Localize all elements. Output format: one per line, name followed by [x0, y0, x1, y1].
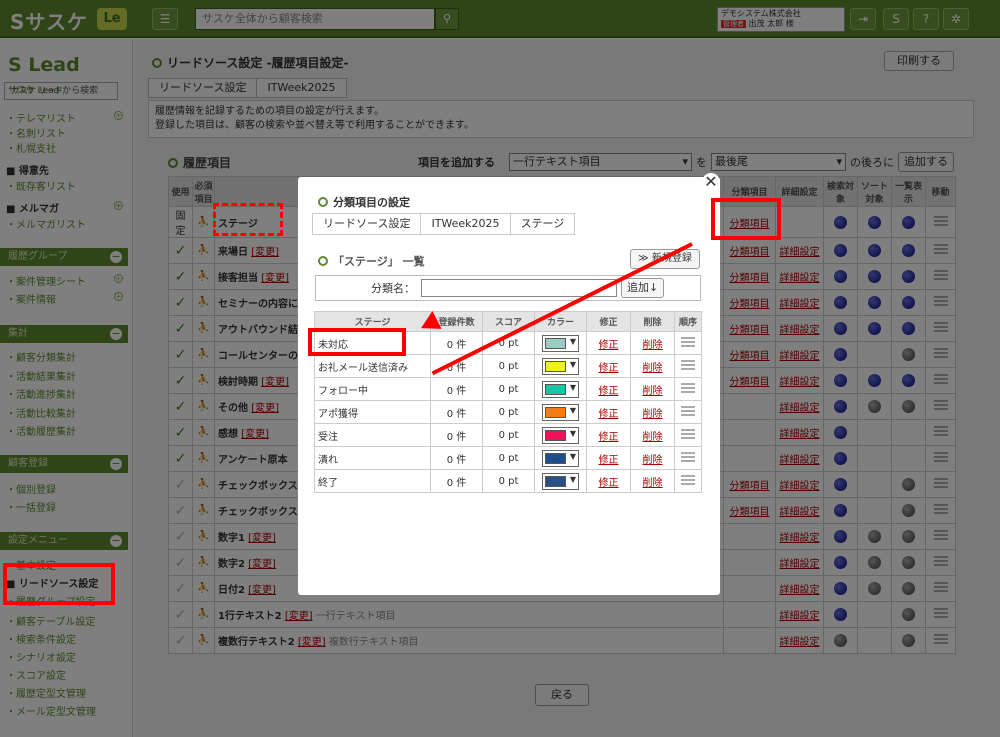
edit-link[interactable]: 修正: [599, 432, 619, 443]
stage-name: 終了: [314, 469, 431, 493]
filter-row: 分類名： 追加↓: [315, 275, 701, 301]
color-picker[interactable]: ▼: [542, 380, 579, 398]
mcol-delete: 削除: [630, 311, 675, 332]
stage-row: 潰れ 0 件0 pt ▼ 修正 削除: [314, 446, 702, 470]
category-modal: 分類項目の設定 リードソース設定 ITWeek2025 ステージ 「ステージ」 …: [298, 177, 720, 595]
edit-link[interactable]: 修正: [599, 363, 619, 374]
stage-score: 0 pt: [482, 469, 535, 493]
stage-count: 0 件: [430, 446, 483, 470]
stage-count: 0 件: [430, 423, 483, 447]
modal-title: 分類項目の設定: [318, 194, 410, 210]
close-icon[interactable]: ✕: [702, 173, 720, 191]
modal-breadcrumb: リードソース設定 ITWeek2025 ステージ: [312, 213, 576, 235]
edit-link[interactable]: 修正: [599, 409, 619, 420]
stage-name: 潰れ: [314, 446, 431, 470]
annotation-sidebar-box: [3, 563, 115, 605]
edit-link[interactable]: 修正: [599, 340, 619, 351]
stage-score: 0 pt: [482, 377, 535, 401]
drag-handle-icon[interactable]: [681, 359, 695, 370]
delete-link[interactable]: 削除: [643, 340, 663, 351]
stage-count: 0 件: [430, 400, 483, 424]
mcol-color: カラー: [534, 311, 587, 332]
drag-handle-icon[interactable]: [681, 382, 695, 393]
color-picker[interactable]: ▼: [542, 426, 579, 444]
drag-handle-icon[interactable]: [681, 451, 695, 462]
stage-name: フォロー中: [314, 377, 431, 401]
delete-link[interactable]: 削除: [643, 409, 663, 420]
edit-link[interactable]: 修正: [599, 478, 619, 489]
color-picker[interactable]: ▼: [542, 357, 579, 375]
stage-row: フォロー中 0 件0 pt ▼ 修正 削除: [314, 377, 702, 401]
stage-name: アポ獲得: [314, 400, 431, 424]
stage-score: 0 pt: [482, 446, 535, 470]
modal-crumb-lead-source[interactable]: リードソース設定: [312, 213, 422, 235]
delete-link[interactable]: 削除: [643, 455, 663, 466]
mcol-edit: 修正: [586, 311, 631, 332]
stage-name: 受注: [314, 423, 431, 447]
stage-row: アポ獲得 0 件0 pt ▼ 修正 削除: [314, 400, 702, 424]
drag-handle-icon[interactable]: [681, 474, 695, 485]
stage-score: 0 pt: [482, 423, 535, 447]
color-picker[interactable]: ▼: [542, 334, 579, 352]
modal-crumb-itweek[interactable]: ITWeek2025: [420, 213, 511, 235]
list-title: 「ステージ」 一覧: [318, 253, 425, 269]
stage-score: 0 pt: [482, 354, 535, 378]
delete-link[interactable]: 削除: [643, 386, 663, 397]
color-picker[interactable]: ▼: [542, 403, 579, 421]
drag-handle-icon[interactable]: [681, 428, 695, 439]
annotation-stage-box: [308, 328, 406, 356]
stage-row: 受注 0 件0 pt ▼ 修正 削除: [314, 423, 702, 447]
modal-crumb-stage[interactable]: ステージ: [509, 213, 576, 235]
stage-count: 0 件: [430, 377, 483, 401]
annotation-category-box: [711, 198, 781, 240]
stage-row: お礼メール送信済み 0 件0 pt ▼ 修正 削除: [314, 354, 702, 378]
annotation-dashed-box: [213, 203, 283, 236]
stage-score: 0 pt: [482, 400, 535, 424]
color-picker[interactable]: ▼: [542, 449, 579, 467]
drag-handle-icon[interactable]: [681, 405, 695, 416]
category-name-label: 分類名：: [371, 282, 415, 295]
delete-link[interactable]: 削除: [643, 432, 663, 443]
edit-link[interactable]: 修正: [599, 455, 619, 466]
add-category-button[interactable]: 追加↓: [621, 278, 665, 298]
stage-count: 0 件: [430, 469, 483, 493]
edit-link[interactable]: 修正: [599, 386, 619, 397]
stage-name: お礼メール送信済み: [314, 354, 431, 378]
mcol-order: 順序: [674, 311, 702, 332]
drag-handle-icon[interactable]: [681, 336, 695, 347]
delete-link[interactable]: 削除: [643, 478, 663, 489]
color-picker[interactable]: ▼: [542, 472, 579, 490]
delete-link[interactable]: 削除: [643, 363, 663, 374]
stage-row: 終了 0 件0 pt ▼ 修正 削除: [314, 469, 702, 493]
